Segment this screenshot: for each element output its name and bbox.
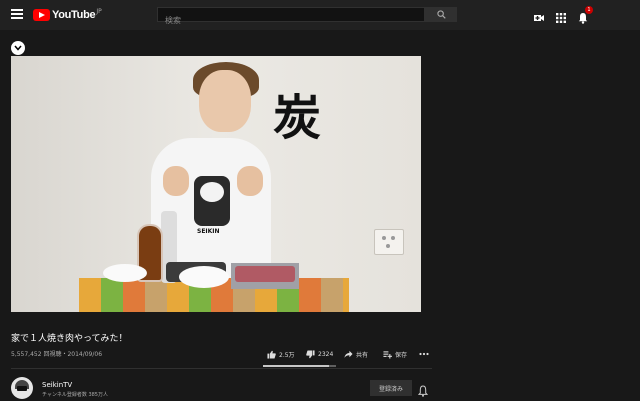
dislike-count: 2324	[318, 350, 334, 358]
save-button[interactable]: 保存	[383, 349, 407, 359]
collapse-chevron-icon[interactable]	[11, 41, 25, 55]
bell-icon[interactable]	[417, 382, 429, 397]
share-icon	[344, 350, 353, 358]
top-bar: YouTube JP 1	[0, 0, 640, 30]
divider	[11, 368, 432, 369]
video-title: 家で１人焼き肉やってみた！	[11, 334, 128, 344]
region-label: JP	[96, 7, 102, 15]
plate-center	[179, 266, 229, 288]
thumbs-up-icon	[267, 350, 276, 359]
apps-icon[interactable]	[555, 9, 567, 23]
left-hand	[163, 166, 189, 196]
share-label: 共有	[356, 351, 369, 359]
search-input[interactable]	[158, 14, 425, 27]
logo-text: YouTube	[52, 9, 96, 21]
search-button[interactable]	[425, 7, 457, 22]
plate-left	[103, 264, 147, 282]
upload-icon[interactable]	[533, 9, 545, 21]
like-button[interactable]: 2.5万	[267, 349, 295, 359]
youtube-logo[interactable]: YouTube JP	[33, 8, 102, 22]
video-player[interactable]: SEIKIN 炭	[11, 56, 421, 312]
subscribed-button[interactable]: 登録済み	[370, 380, 412, 396]
more-horizontal-icon	[419, 352, 429, 356]
menu-icon[interactable]	[11, 9, 23, 19]
shirt-print	[194, 176, 230, 226]
shirt-text: SEIKIN	[197, 228, 220, 235]
meat-tray	[231, 263, 299, 289]
playlist-add-icon	[383, 350, 392, 359]
dislike-button[interactable]: 2324	[306, 349, 333, 359]
channel-avatar[interactable]	[11, 377, 33, 399]
search-icon	[437, 10, 446, 19]
search-box	[157, 7, 425, 27]
like-count: 2.5万	[279, 351, 295, 359]
more-actions-button[interactable]	[419, 349, 429, 359]
overlay-caption: 炭	[273, 90, 322, 146]
share-button[interactable]: 共有	[344, 349, 368, 359]
save-label: 保存	[395, 351, 408, 359]
video-meta: 5,557,452 回視聴・2014/09/06	[11, 351, 103, 358]
channel-name[interactable]: SeikinTV	[42, 381, 72, 389]
thumbs-down-icon	[306, 349, 315, 358]
notification-badge: 1	[585, 6, 593, 14]
person-head	[199, 70, 251, 132]
like-ratio-bar	[263, 365, 336, 367]
like-ratio-fill	[263, 365, 330, 367]
wall-outlet	[374, 229, 404, 255]
play-logo-icon	[33, 9, 50, 21]
subscriber-count: チャンネル登録者数 385万人	[42, 392, 108, 398]
right-hand	[237, 166, 263, 196]
